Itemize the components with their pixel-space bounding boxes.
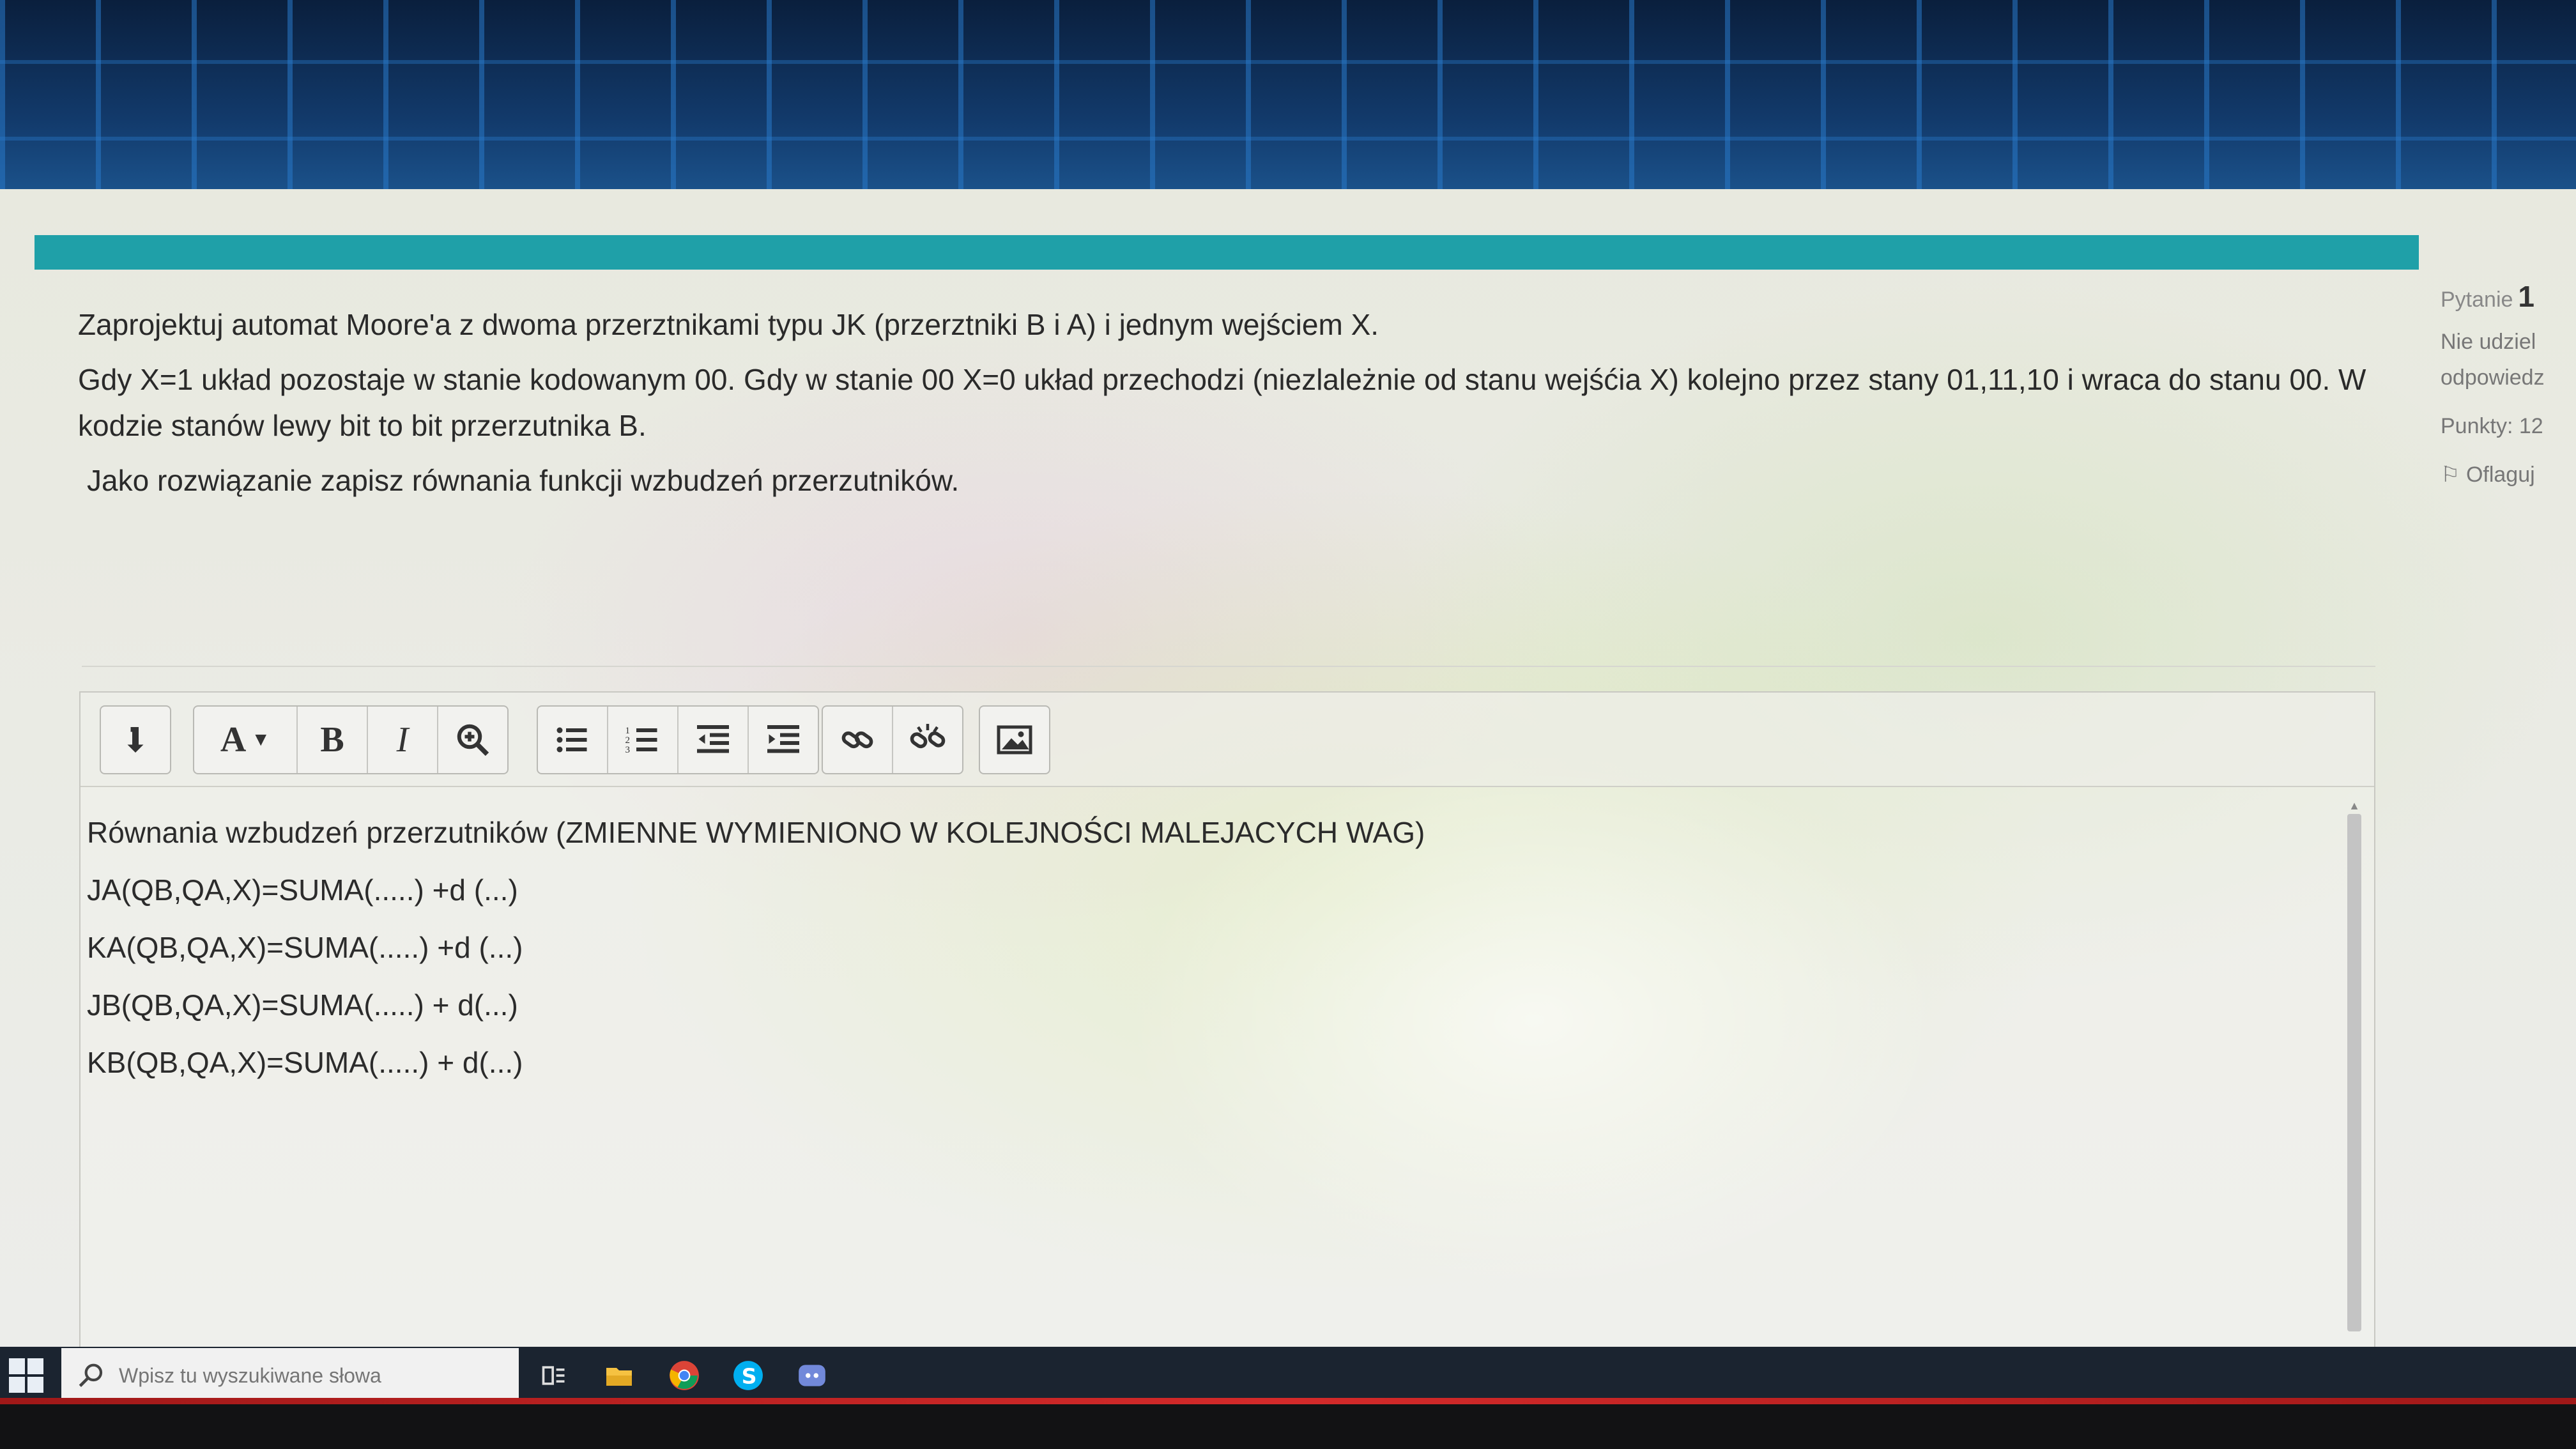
italic-button[interactable]: I <box>368 707 438 773</box>
editor-line-3: KA(QB,QA,X)=SUMA(.....) +d (...) <box>87 931 523 964</box>
editor-line-2: JA(QB,QA,X)=SUMA(.....) +d (...) <box>87 873 518 907</box>
svg-text:2: 2 <box>625 735 631 746</box>
question-info-panel: Pytanie 1 Nie udziel odpowiedz Punkty: 12… <box>2441 279 2576 662</box>
windows-start-button[interactable] <box>9 1358 43 1393</box>
skype-icon[interactable]: S <box>728 1356 768 1395</box>
task-view-icon[interactable] <box>534 1356 574 1395</box>
bullet-list-button[interactable] <box>538 707 608 773</box>
scroll-up-arrow-icon[interactable]: ▲ <box>2349 800 2360 811</box>
question-line-1: Zaprojektuj automat Moore'a z dwoma prze… <box>78 308 1379 341</box>
indent-button[interactable] <box>749 707 818 773</box>
search-input[interactable] <box>118 1363 503 1388</box>
question-status: Nie udziel <box>2441 330 2536 354</box>
browser-page: Zaprojektuj automat Moore'a z dwoma prze… <box>0 189 2576 1347</box>
search-icon <box>79 1363 103 1387</box>
zoom-in-icon <box>457 724 489 756</box>
flag-icon: ⚐ <box>2441 463 2460 487</box>
numbered-list-icon: 123 <box>625 726 657 755</box>
font-style-label: A <box>220 720 247 760</box>
editor-content[interactable]: Równania wzbudzeń przerzutników (ZMIENNE… <box>87 804 2349 1347</box>
chrome-icon[interactable] <box>664 1356 704 1395</box>
toolbar-group-lists: 123 <box>537 705 819 774</box>
outdent-button[interactable] <box>678 707 749 773</box>
editor-scrollbar[interactable]: ▲ ▼ <box>2346 800 2363 1347</box>
question-text: Zaprojektuj automat Moore'a z dwoma prze… <box>78 302 2391 512</box>
editor-line-5: KB(QB,QA,X)=SUMA(.....) + d(...) <box>87 1046 523 1079</box>
outdent-icon <box>697 725 729 753</box>
question-points: Punkty: 12 <box>2441 414 2543 438</box>
svg-text:3: 3 <box>625 745 631 755</box>
taskbar-accent-strip <box>0 1398 2576 1404</box>
toolbar-group-format: A ▼ B I <box>193 705 509 774</box>
discord-icon[interactable] <box>792 1356 832 1395</box>
question-label: Pytanie <box>2441 288 2513 312</box>
zoom-button[interactable] <box>438 707 507 773</box>
svg-text:S: S <box>742 1364 757 1389</box>
italic-label: I <box>396 720 409 760</box>
question-line-2: Gdy X=1 układ pozostaje w stanie kodowan… <box>78 356 2391 448</box>
toolbar-group-toggle <box>100 705 171 774</box>
toolbar-group-links <box>822 705 963 774</box>
svg-text:1: 1 <box>625 726 631 736</box>
toolbar-group-media <box>979 705 1050 774</box>
bold-button[interactable]: B <box>298 707 368 773</box>
editor-toolbar: A ▼ B I 123 <box>80 693 2374 787</box>
link-icon <box>841 731 873 749</box>
insert-link-button[interactable] <box>823 707 893 773</box>
scrollbar-thumb[interactable] <box>2347 814 2361 1331</box>
bold-label: B <box>320 720 344 760</box>
question-line-3: Jako rozwiązanie zapisz równania funkcji… <box>87 464 960 497</box>
editor-line-1: Równania wzbudzeń przerzutników (ZMIENNE… <box>87 816 1425 849</box>
question-line-2a: Gdy X=1 układ pozostaje w stanie kodowan… <box>78 363 2366 396</box>
question-line-2b: kodzie stanów lewy bit to bit przerzutni… <box>78 409 647 442</box>
arrow-down-icon <box>127 727 144 753</box>
unlink-icon <box>910 724 946 749</box>
monitor-bezel <box>0 1404 2576 1449</box>
divider <box>82 666 2375 667</box>
desktop-wallpaper <box>0 0 2576 217</box>
question-number: 1 <box>2518 280 2534 313</box>
answer-editor[interactable]: A ▼ B I 123 Równania wzbudzeń przerzutni… <box>79 691 2375 1347</box>
unlink-button[interactable] <box>893 707 962 773</box>
chevron-down-icon: ▼ <box>251 729 271 750</box>
editor-line-4: JB(QB,QA,X)=SUMA(.....) + d(...) <box>87 988 518 1022</box>
file-explorer-icon[interactable] <box>599 1356 639 1395</box>
question-panel: Zaprojektuj automat Moore'a z dwoma prze… <box>34 270 2419 1347</box>
question-header-bar <box>34 235 2419 270</box>
numbered-list-button[interactable]: 123 <box>608 707 678 773</box>
font-style-button[interactable]: A ▼ <box>194 707 298 773</box>
flag-question-link[interactable]: ⚐ Oflaguj <box>2441 457 2576 493</box>
image-icon <box>997 725 1032 755</box>
bullet-list-icon <box>556 727 587 753</box>
toolbar-toggle-button[interactable] <box>101 707 170 773</box>
question-status-2: odpowiedz <box>2441 365 2545 390</box>
insert-image-button[interactable] <box>980 707 1049 773</box>
windows-taskbar: S <box>0 1347 2576 1404</box>
taskbar-search[interactable] <box>61 1348 519 1403</box>
indent-icon <box>767 725 799 753</box>
question-number-row: Pytanie 1 <box>2441 279 2576 318</box>
flag-label: Oflaguj <box>2465 463 2535 487</box>
